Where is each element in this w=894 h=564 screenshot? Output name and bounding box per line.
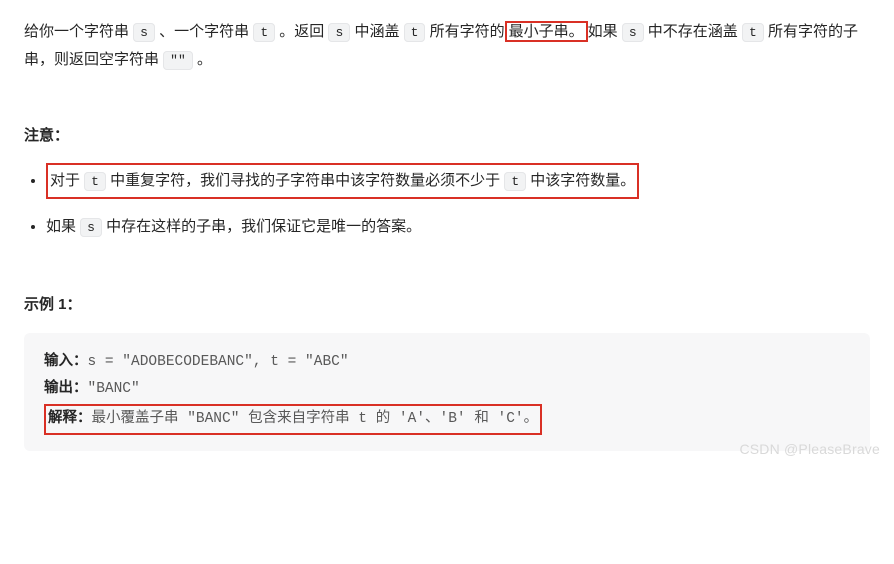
note-text: 如果: [46, 218, 80, 235]
intro-text: 。: [193, 51, 212, 68]
explain-label: 解释：: [48, 411, 92, 427]
list-item: 如果 s 中存在这样的子串，我们保证它是唯一的答案。: [46, 213, 870, 241]
code-s: s: [622, 23, 644, 42]
note-text: 中存在这样的子串，我们保证它是唯一的答案。: [102, 218, 421, 235]
code-s: s: [133, 23, 155, 42]
highlight-min-substring: 最小子串。: [505, 21, 588, 42]
intro-text: 中涵盖: [350, 23, 403, 40]
explain-value: 最小覆盖子串 "BANC" 包含来自字符串 t 的 'A'、'B' 和 'C'。: [92, 411, 539, 427]
notice-list: 对于 t 中重复字符，我们寻找的子字符串中该字符数量必须不少于 t 中该字符数量…: [24, 163, 870, 241]
code-t: t: [84, 172, 106, 191]
intro-text: 中不存在涵盖: [644, 23, 742, 40]
note-text: 对于: [50, 172, 84, 189]
input-label: 输入：: [44, 354, 88, 370]
list-item: 对于 t 中重复字符，我们寻找的子字符串中该字符数量必须不少于 t 中该字符数量…: [46, 163, 870, 199]
intro-text: 如果: [588, 23, 622, 40]
example-title: 示例 1：: [24, 291, 870, 319]
code-t: t: [404, 23, 426, 42]
intro-text: 、一个字符串: [155, 23, 253, 40]
problem-intro: 给你一个字符串 s 、一个字符串 t 。返回 s 中涵盖 t 所有字符的最小子串…: [24, 18, 870, 74]
example-explain-line: 解释：最小覆盖子串 "BANC" 包含来自字符串 t 的 'A'、'B' 和 '…: [44, 404, 850, 436]
intro-text: 所有字符的: [425, 23, 504, 40]
code-s: s: [328, 23, 350, 42]
note-text: 中该字符数量。: [526, 172, 635, 189]
intro-text: 给你一个字符串: [24, 23, 133, 40]
output-value: "BANC": [88, 381, 140, 397]
input-value: s = "ADOBECODEBANC", t = "ABC": [88, 354, 349, 370]
note-text: 中重复字符，我们寻找的子字符串中该字符数量必须不少于: [106, 172, 504, 189]
code-t: t: [253, 23, 275, 42]
example-input-line: 输入：s = "ADOBECODEBANC", t = "ABC": [44, 349, 850, 377]
code-empty-string: "": [163, 51, 193, 70]
intro-paragraph: 给你一个字符串 s 、一个字符串 t 。返回 s 中涵盖 t 所有字符的最小子串…: [24, 18, 870, 74]
notice-title: 注意：: [24, 122, 870, 150]
code-t: t: [742, 23, 764, 42]
highlight-explain: 解释：最小覆盖子串 "BANC" 包含来自字符串 t 的 'A'、'B' 和 '…: [44, 404, 542, 436]
example-output-line: 输出："BANC": [44, 376, 850, 404]
output-label: 输出：: [44, 381, 88, 397]
intro-text: 。返回: [275, 23, 328, 40]
example-block: 输入：s = "ADOBECODEBANC", t = "ABC" 输出："BA…: [24, 333, 870, 452]
code-s: s: [80, 218, 102, 237]
code-t: t: [504, 172, 526, 191]
highlight-note-1: 对于 t 中重复字符，我们寻找的子字符串中该字符数量必须不少于 t 中该字符数量…: [46, 163, 639, 199]
